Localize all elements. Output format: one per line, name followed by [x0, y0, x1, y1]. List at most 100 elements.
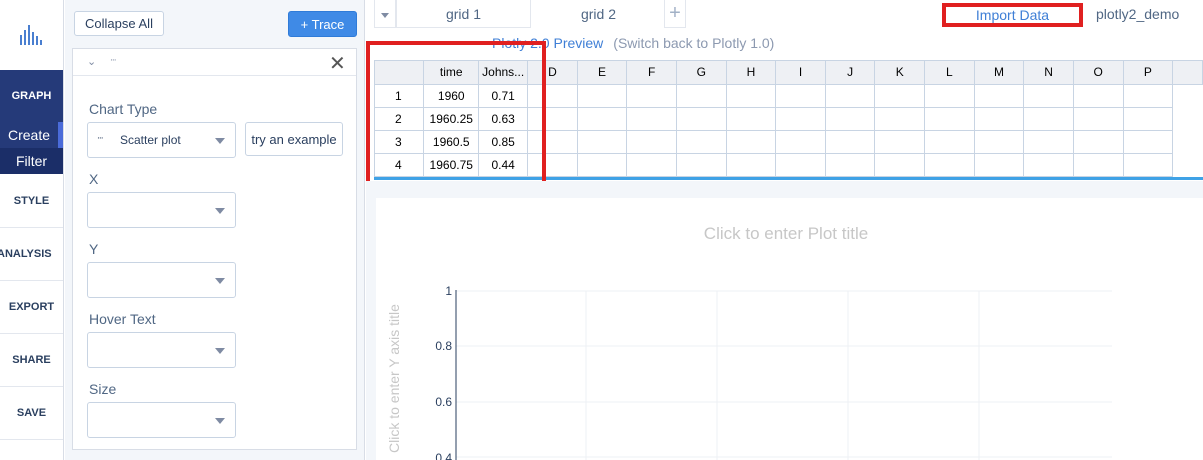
grid-cell[interactable]	[1023, 84, 1074, 108]
grid-cell[interactable]	[974, 107, 1025, 131]
nav-style[interactable]: STYLE	[0, 174, 63, 228]
add-grid-icon[interactable]: +	[664, 0, 686, 28]
data-grid[interactable]: time Johns... D E F G H I J K L M N O P …	[374, 60, 1203, 178]
column-header[interactable]: F	[626, 61, 677, 85]
grid-cell[interactable]: 1960.5	[423, 130, 480, 154]
grid-cell[interactable]	[825, 84, 876, 108]
grid-cell[interactable]	[1073, 130, 1124, 154]
column-header[interactable]: P	[1123, 61, 1174, 85]
grid-cell[interactable]	[726, 84, 777, 108]
grid-cell[interactable]	[676, 130, 727, 154]
nav-filter[interactable]: Filter	[0, 148, 63, 174]
switch-back-link[interactable]: (Switch back to Plotly 1.0)	[613, 35, 774, 51]
column-header[interactable]: H	[726, 61, 777, 85]
grid-cell[interactable]	[1073, 84, 1124, 108]
grid-cell[interactable]	[974, 153, 1025, 177]
grid-cell[interactable]	[1123, 130, 1174, 154]
grid-cell[interactable]	[726, 153, 777, 177]
grid-cell[interactable]	[676, 84, 727, 108]
grid-cell[interactable]	[577, 130, 628, 154]
grid-cell[interactable]	[1023, 153, 1074, 177]
grid-cell[interactable]	[527, 153, 578, 177]
grid-cell[interactable]	[775, 153, 826, 177]
grid-resize-handle[interactable]	[374, 177, 1203, 180]
grid-cell[interactable]	[825, 107, 876, 131]
grid-cell[interactable]	[676, 107, 727, 131]
column-header[interactable]: D	[527, 61, 578, 85]
column-header[interactable]: J	[825, 61, 876, 85]
nav-export[interactable]: EXPORT	[0, 281, 63, 334]
grid-cell[interactable]	[1073, 153, 1124, 177]
grid-cell[interactable]	[626, 107, 677, 131]
row-number[interactable]: 2	[375, 107, 425, 131]
chart-type-dropdown[interactable]: ⋅⋅⋅ Scatter plot	[87, 122, 236, 158]
grid-menu-dropdown[interactable]	[374, 0, 396, 28]
grid-cell[interactable]	[577, 153, 628, 177]
row-number[interactable]: 3	[375, 130, 425, 154]
column-header[interactable]: I	[775, 61, 826, 85]
grid-cell[interactable]	[1123, 153, 1174, 177]
column-header[interactable]: M	[974, 61, 1025, 85]
tab-grid-1[interactable]: grid 1	[396, 0, 531, 28]
grid-cell[interactable]	[924, 130, 975, 154]
trace-header[interactable]: ⌄ ⋅⋅⋅ ✕	[73, 49, 356, 76]
grid-cell[interactable]	[626, 153, 677, 177]
grid-cell[interactable]	[924, 153, 975, 177]
hover-text-dropdown[interactable]	[87, 332, 236, 368]
nav-save[interactable]: SAVE	[0, 387, 63, 440]
grid-cell[interactable]	[726, 130, 777, 154]
column-header[interactable]: L	[924, 61, 975, 85]
row-number[interactable]: 4	[375, 153, 425, 177]
grid-cell[interactable]	[924, 84, 975, 108]
grid-cell[interactable]	[825, 153, 876, 177]
column-header[interactable]: E	[577, 61, 628, 85]
grid-cell[interactable]	[626, 84, 677, 108]
x-dropdown[interactable]	[87, 192, 236, 228]
grid-cell[interactable]	[1123, 107, 1174, 131]
row-number[interactable]: 1	[375, 84, 425, 108]
column-header[interactable]: N	[1023, 61, 1074, 85]
collapse-all-button[interactable]: Collapse All	[74, 11, 164, 36]
grid-cell[interactable]: 1960	[423, 84, 480, 108]
grid-cell[interactable]	[626, 130, 677, 154]
grid-cell[interactable]	[974, 84, 1025, 108]
grid-cell[interactable]	[1073, 107, 1124, 131]
grid-cell[interactable]	[874, 153, 926, 177]
close-icon[interactable]: ✕	[329, 51, 346, 76]
grid-cell[interactable]	[676, 153, 727, 177]
nav-graph[interactable]: GRAPH	[0, 70, 63, 122]
nav-analysis[interactable]: ANALYSIS	[0, 228, 63, 281]
tab-grid-2[interactable]: grid 2	[531, 0, 666, 28]
grid-cell[interactable]	[1023, 107, 1074, 131]
nav-create[interactable]: Create	[0, 122, 63, 148]
column-header[interactable]: K	[874, 61, 926, 85]
grid-cell[interactable]	[874, 130, 926, 154]
grid-cell[interactable]	[974, 130, 1025, 154]
grid-cell[interactable]: 0.85	[478, 130, 529, 154]
column-header[interactable]: G	[676, 61, 727, 85]
grid-cell[interactable]: 0.44	[478, 153, 529, 177]
nav-share[interactable]: SHARE	[0, 334, 63, 387]
try-example-button[interactable]: try an example	[245, 122, 343, 156]
grid-cell[interactable]	[825, 130, 876, 154]
grid-cell[interactable]	[527, 84, 578, 108]
grid-cell[interactable]	[577, 84, 628, 108]
grid-cell[interactable]	[924, 107, 975, 131]
add-trace-button[interactable]: + Trace	[288, 11, 357, 37]
import-data-button[interactable]: Import Data	[942, 3, 1083, 27]
grid-cell[interactable]	[527, 130, 578, 154]
y-dropdown[interactable]	[87, 262, 236, 298]
plotly-preview-link[interactable]: Plotly 2.0 Preview	[492, 35, 603, 51]
grid-cell[interactable]	[577, 107, 628, 131]
username[interactable]: plotly2_demo	[1096, 6, 1179, 22]
grid-cell[interactable]	[874, 84, 926, 108]
grid-cell[interactable]	[1123, 84, 1174, 108]
grid-cell[interactable]	[527, 107, 578, 131]
grid-cell[interactable]: 1960.75	[423, 153, 480, 177]
chevron-down-icon[interactable]: ⌄	[87, 55, 96, 68]
grid-cell[interactable]	[775, 130, 826, 154]
column-header[interactable]: O	[1073, 61, 1124, 85]
grid-cell[interactable]	[1023, 130, 1074, 154]
size-dropdown[interactable]	[87, 402, 236, 438]
column-header[interactable]: Johns...	[478, 61, 529, 85]
